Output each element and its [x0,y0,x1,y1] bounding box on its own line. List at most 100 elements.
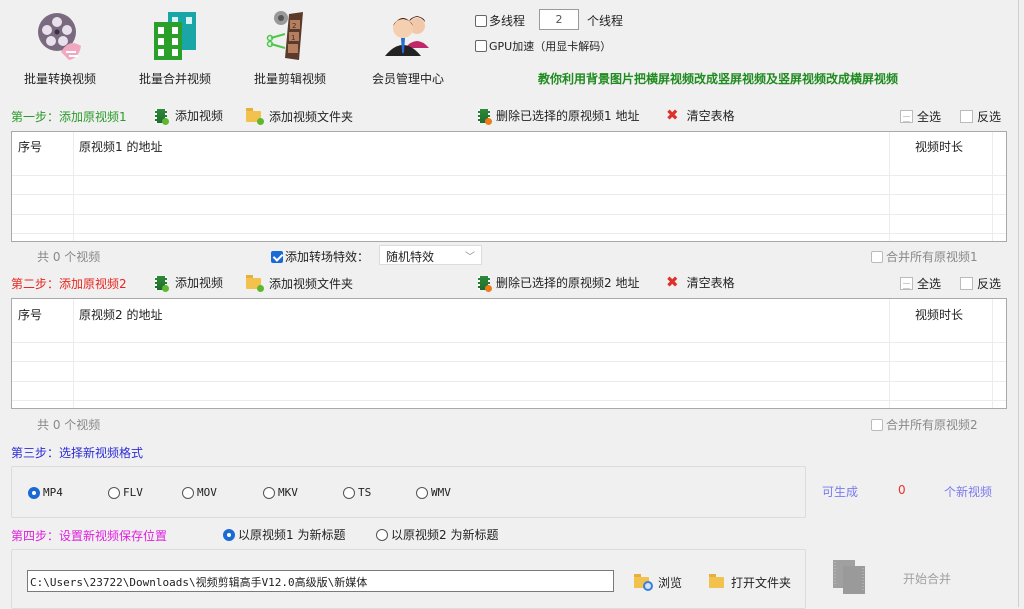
film-cut-icon: 21 [266,11,303,60]
row-line [12,342,1006,343]
row-line [12,233,1006,234]
batch-merge-label: 批量合并视频 [138,72,211,86]
format-radio-mkv[interactable]: MKV [263,486,298,499]
select-all-icon [900,277,913,290]
clear-x-icon: ✖ [666,106,679,124]
step2-delete-selected-button[interactable]: 删除已选择的原视频2 地址 [478,274,639,292]
film-reel-convert-icon [38,13,81,60]
transition-effect-select[interactable]: 随机特效 ﹀ [379,245,482,265]
title-from-video1-radio[interactable]: 以原视频1 为新标题 [223,526,345,543]
step1-video-table[interactable]: 序号 原视频1 的地址 视频时长 [11,131,1007,242]
batch-merge-button[interactable]: 批量合并视频 [125,6,225,90]
step1-select-all-label: 全选 [917,110,942,124]
step1-add-folder-button[interactable]: 添加视频文件夹 [246,108,353,125]
delete-video-icon [478,108,492,125]
title-from-video2-radio[interactable]: 以原视频2 为新标题 [376,526,498,543]
transition-checkbox-box[interactable] [271,250,283,263]
browse-button[interactable]: 浏览 [634,574,682,591]
step3-title: 第三步：选择新视频格式 [11,446,144,460]
step2-add-folder-button[interactable]: 添加视频文件夹 [246,275,353,292]
format-label: WMV [431,486,451,499]
column-divider [73,132,74,241]
step2-title: 第二步：添加原视频2 [11,277,127,291]
tutorial-link[interactable]: 教你利用背景图片把横屏视频改成竖屏视频及竖屏视频改成横屏视频 [538,70,898,87]
film-merge-icon [154,12,196,60]
column-divider [889,132,890,241]
format-label: FLV [123,486,143,499]
gpu-checkbox-box[interactable] [475,40,487,52]
format-radio-ts[interactable]: TS [343,486,371,499]
radio-dot [28,486,40,499]
merge-all-video2-checkbox-box[interactable] [871,418,883,431]
step1-add-folder-label: 添加视频文件夹 [269,110,354,124]
step2-add-video-button[interactable]: 添加视频 [155,274,223,292]
step1-select-all-button[interactable]: 全选 [900,108,941,125]
column-header-duration[interactable]: 视频时长 [915,306,963,323]
merge-all-video2-checkbox[interactable]: 合并所有原视频2 [871,416,978,433]
multithread-checkbox[interactable]: 多线程 [475,12,525,29]
delete-video-icon [478,275,492,292]
format-radio-mov[interactable]: MOV [182,486,217,499]
row-line [12,194,1006,195]
column-header-index[interactable]: 序号 [18,138,42,155]
gpu-checkbox[interactable]: GPU加速（用显卡解码） [475,38,611,54]
step4-title: 第四步：设置新视频保存位置 [11,529,168,543]
start-merge-label: 开始合并 [903,572,952,586]
format-label: TS [358,486,372,499]
member-center-button[interactable]: 会员管理中心 [358,6,458,90]
format-label: MP4 [43,486,63,499]
step1-delete-selected-label: 删除已选择的原视频1 地址 [496,109,640,123]
step2-video-count: 共 0 个视频 [37,418,101,432]
title-from-video1-label: 以原视频1 为新标题 [238,528,346,542]
column-header-duration[interactable]: 视频时长 [915,138,963,155]
format-radio-mp4[interactable]: MP4 [28,486,63,499]
radio-dot [376,528,388,541]
window-border [1018,0,1019,607]
step2-video-table[interactable]: 序号 原视频2 的地址 视频时长 [11,298,1007,409]
batch-convert-button[interactable]: 批量转换视频 [10,6,110,90]
format-radio-flv[interactable]: FLV [108,486,143,499]
merge-all-video1-label: 合并所有原视频1 [886,250,978,264]
radio-dot [223,528,235,541]
merge-all-video1-checkbox-box[interactable] [871,250,883,263]
step1-add-video-button[interactable]: 添加视频 [155,107,223,125]
step1-delete-selected-button[interactable]: 删除已选择的原视频1 地址 [478,107,640,125]
row-line [12,214,1006,215]
step2-select-all-label: 全选 [917,277,942,291]
thread-suffix-label: 个线程 [587,14,624,28]
step2-clear-table-label: 清空表格 [686,276,735,290]
row-line [12,381,1006,382]
add-video-icon [155,275,169,292]
step2-invert-select-button[interactable]: 反选 [960,275,1001,292]
radio-dot [263,486,275,499]
format-radio-wmv[interactable]: WMV [416,486,451,499]
svg-text:2: 2 [292,22,296,30]
members-icon [385,16,429,56]
column-header-index[interactable]: 序号 [18,306,42,323]
multithread-checkbox-box[interactable] [475,14,487,27]
select-all-icon [900,110,913,123]
start-merge-button[interactable]: 开始合并 [830,560,980,600]
column-header-path[interactable]: 原视频1 的地址 [79,138,162,155]
transition-checkbox[interactable]: 添加转场特效： [271,248,369,265]
open-folder-button[interactable]: 打开文件夹 [709,574,791,591]
gpu-label: GPU加速（用显卡解码） [489,40,612,53]
row-line [12,175,1006,176]
new-videos-label: 个新视频 [944,485,993,499]
folder-icon [709,574,724,588]
batch-cut-button[interactable]: 21 批量剪辑视频 [240,6,340,90]
add-folder-icon [246,108,264,125]
save-path-input[interactable]: C:\Users\23722\Downloads\视频剪辑高手V12.0高级版\… [27,570,614,592]
column-divider [73,299,74,408]
merge-all-video1-checkbox[interactable]: 合并所有原视频1 [871,248,978,265]
step2-clear-table-button[interactable]: ✖ 清空表格 [666,274,735,291]
step2-select-all-button[interactable]: 全选 [900,275,941,292]
svg-text:1: 1 [291,34,295,42]
step1-clear-table-button[interactable]: ✖ 清空表格 [666,107,735,124]
browse-label: 浏览 [658,576,683,590]
column-header-path[interactable]: 原视频2 的地址 [79,306,162,323]
thread-count-input[interactable]: 2 [539,9,579,30]
clear-x-icon: ✖ [666,273,679,291]
batch-cut-label: 批量剪辑视频 [253,72,326,86]
step1-invert-select-button[interactable]: 反选 [960,108,1001,125]
